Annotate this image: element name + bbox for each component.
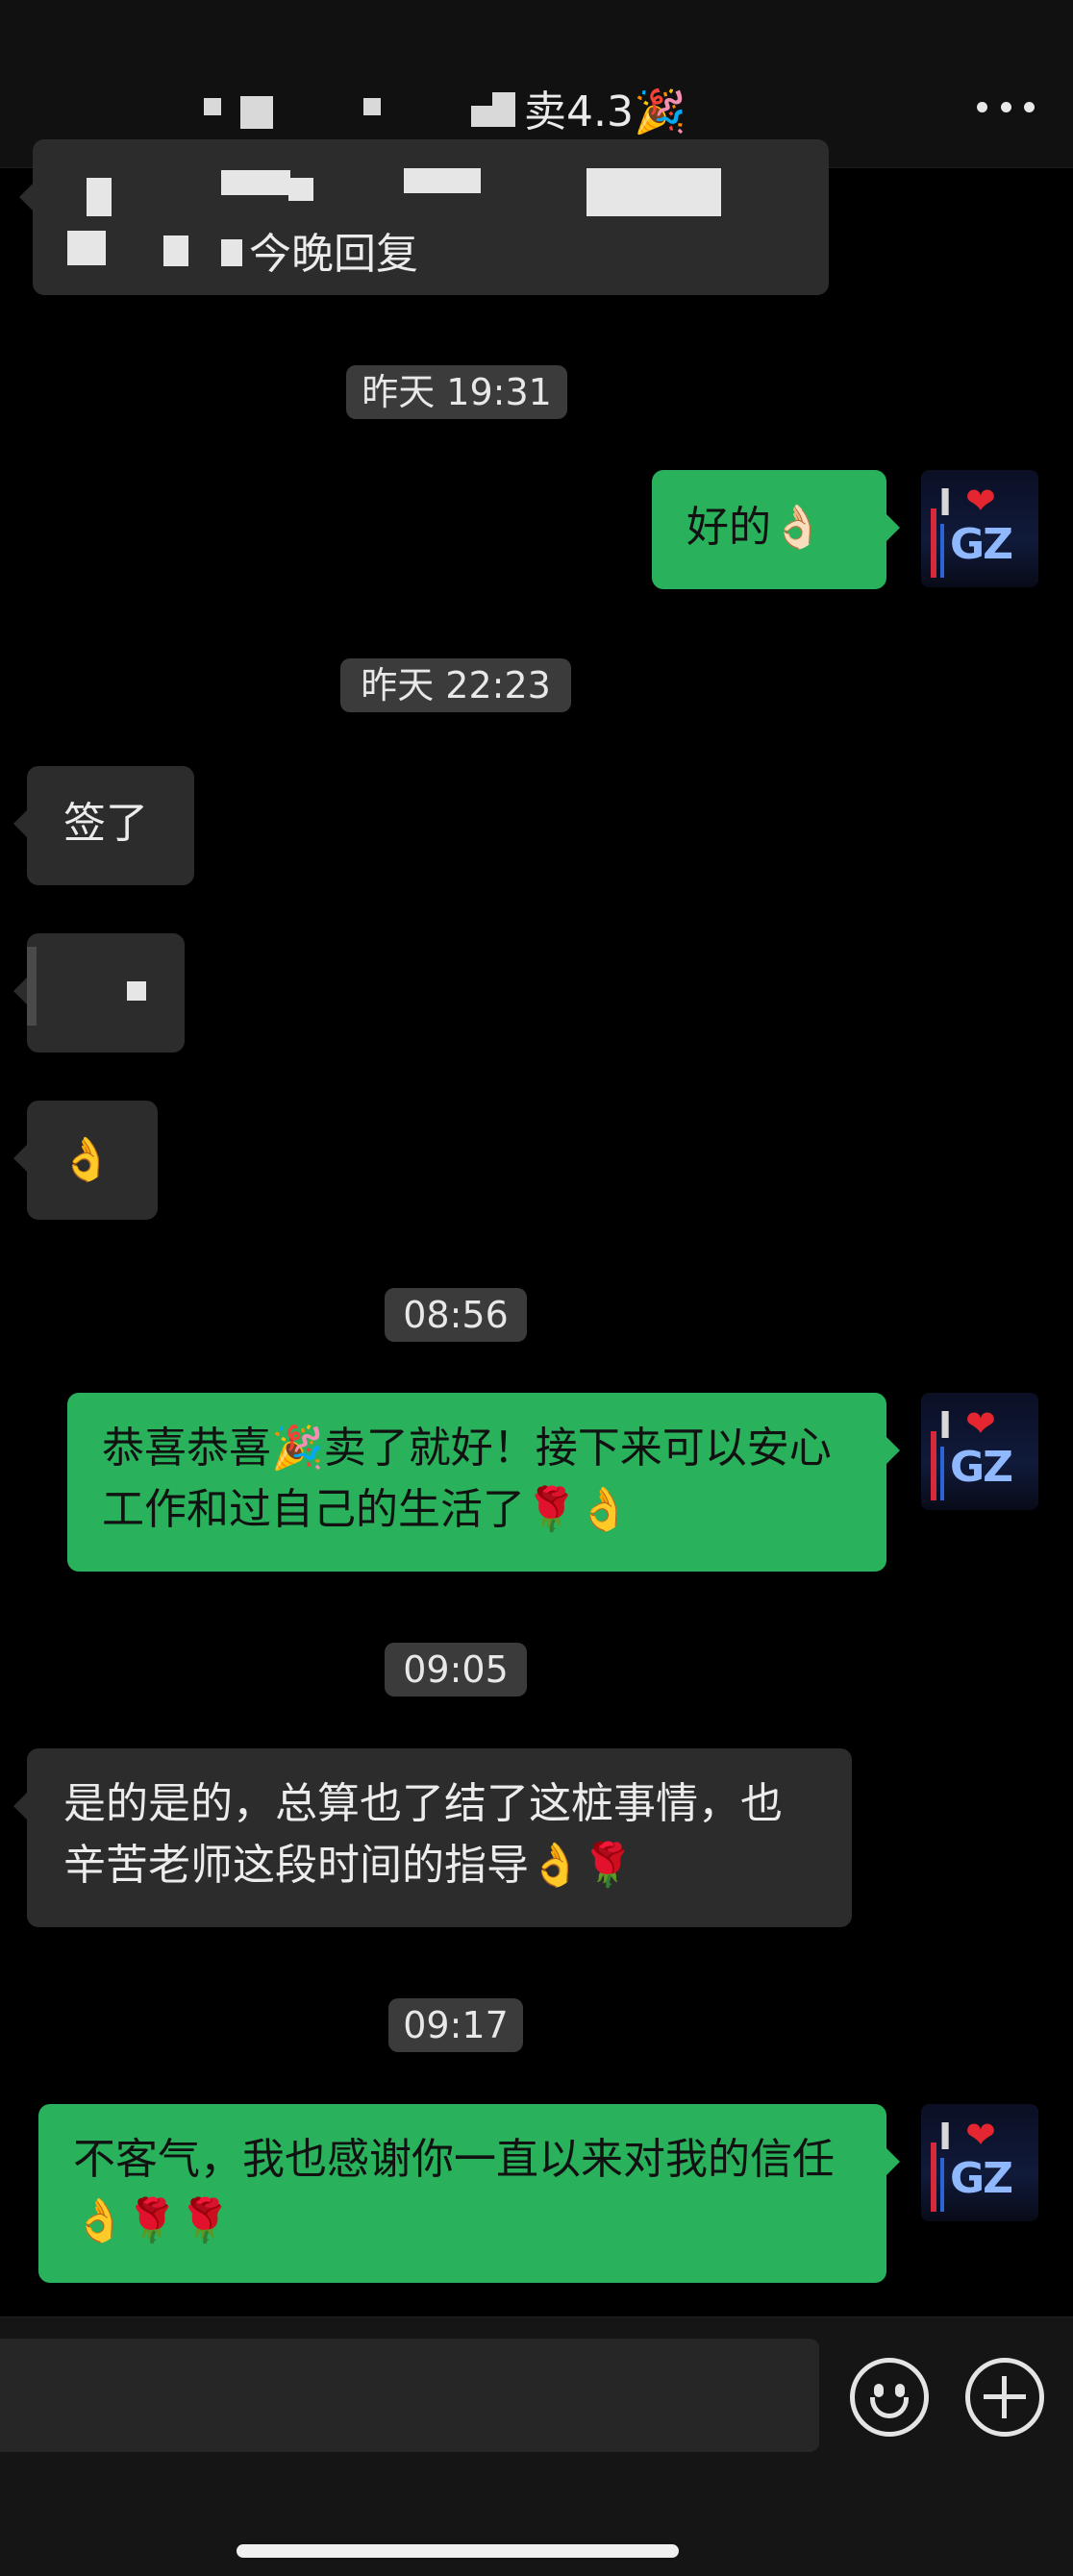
mosaic-block <box>127 981 146 1001</box>
mosaic-block <box>221 239 242 266</box>
mosaic-block <box>288 178 313 201</box>
avatar[interactable]: I ❤ GZ <box>921 470 1038 587</box>
mosaic-block <box>27 947 37 1026</box>
title-mosaic <box>240 96 273 129</box>
message-outgoing[interactable]: 好的👌🏻 <box>652 470 900 589</box>
chat-title-text: 卖4.3🎉 <box>524 87 686 136</box>
mosaic-block <box>221 170 290 195</box>
more-dots-icon[interactable] <box>977 92 1035 121</box>
message-list: 今晚回复 昨天 19:31 好的👌🏻 I ❤ GZ 昨天 22:23 签了 👌 08… <box>0 139 1073 2316</box>
message-incoming[interactable]: 👌 <box>13 1101 158 1220</box>
title-mosaic <box>492 92 515 127</box>
title-mosaic <box>471 106 492 127</box>
chat-title: 卖4.3🎉 <box>192 69 731 146</box>
smiley-icon[interactable] <box>850 2358 929 2437</box>
mosaic-block <box>87 178 112 216</box>
message-incoming[interactable]: 是的是的，总算也了结了这桩事情，也辛苦老师这段时间的指导👌🌹 <box>13 1748 852 1927</box>
avatar[interactable]: I ❤ GZ <box>921 1393 1038 1510</box>
message-incoming: 今晚回复 <box>19 139 829 295</box>
message-incoming[interactable] <box>13 933 185 1053</box>
message-incoming[interactable]: 签了 <box>13 766 194 885</box>
message-outgoing[interactable]: 不客气，我也感谢你一直以来对我的信任👌🌹🌹 <box>38 2104 900 2283</box>
mosaic-block <box>163 235 188 266</box>
timestamp: 09:17 <box>388 1998 523 2052</box>
timestamp: 08:56 <box>385 1288 527 1342</box>
timestamp: 09:05 <box>385 1643 527 1697</box>
mosaic-block <box>67 231 106 265</box>
title-mosaic <box>363 98 381 115</box>
mosaic-block <box>404 168 481 193</box>
plus-circle-icon[interactable] <box>965 2358 1044 2437</box>
timestamp: 昨天 22:23 <box>340 658 571 712</box>
avatar[interactable]: I ❤ GZ <box>921 2104 1038 2221</box>
title-mosaic <box>204 98 221 115</box>
mosaic-block <box>586 168 721 216</box>
message-input[interactable] <box>0 2339 819 2452</box>
input-bar <box>0 2316 1073 2576</box>
home-indicator[interactable] <box>237 2544 679 2558</box>
timestamp: 昨天 19:31 <box>346 365 567 419</box>
message-outgoing[interactable]: 恭喜恭喜🎉卖了就好！接下来可以安心工作和过自己的生活了🌹👌 <box>67 1393 900 1572</box>
